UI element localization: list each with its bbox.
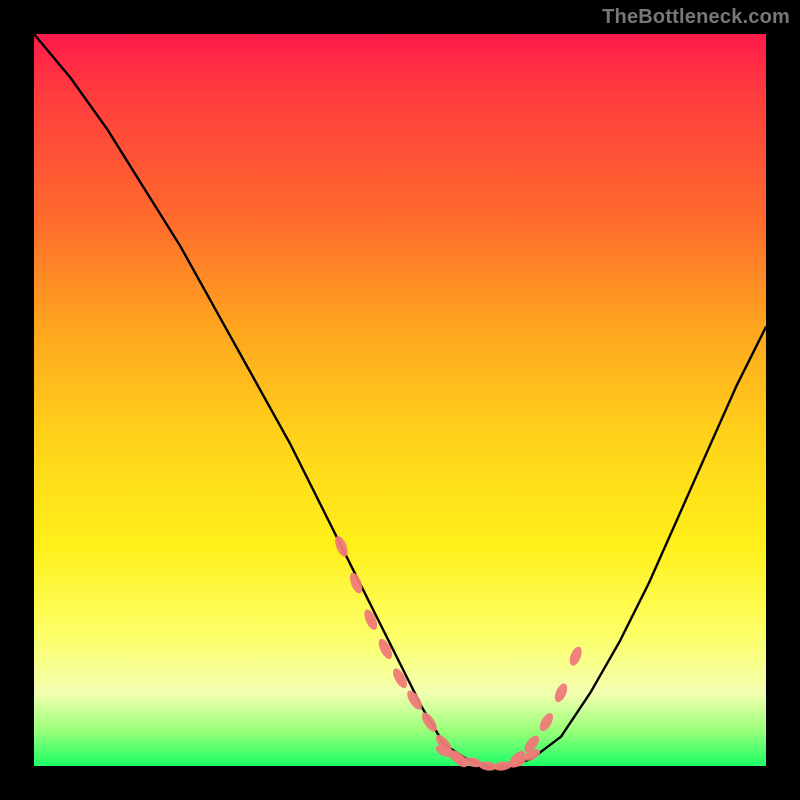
highlight-dot <box>333 534 350 558</box>
highlight-dot <box>347 571 364 595</box>
highlight-dot <box>537 711 556 733</box>
main-curve <box>34 34 766 766</box>
chart-svg <box>34 34 766 766</box>
highlight-dot <box>552 682 569 704</box>
watermark-text: TheBottleneck.com <box>602 6 790 29</box>
plot-area <box>34 34 766 766</box>
highlight-dot <box>567 645 584 667</box>
chart-frame: TheBottleneck.com <box>0 0 800 800</box>
highlight-right-group <box>506 645 584 769</box>
